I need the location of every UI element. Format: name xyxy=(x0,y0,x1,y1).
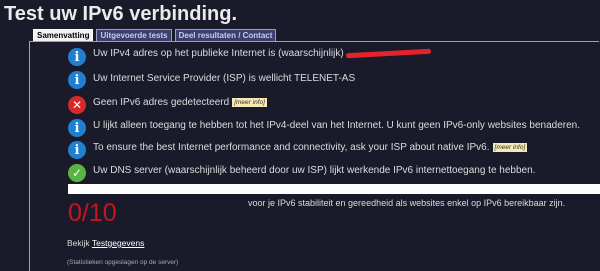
error-icon: ✕ xyxy=(68,96,86,114)
test-data-link[interactable]: Testgegevens xyxy=(92,238,144,248)
info-icon: i xyxy=(68,141,86,159)
info-icon: i xyxy=(68,119,86,137)
page-title: Test uw IPv6 verbinding. xyxy=(4,3,238,25)
result-text: Geen IPv6 adres gedetecteerd xyxy=(93,97,230,108)
result-ipv4-only: U lijkt alleen toegang te hebben tot het… xyxy=(93,120,580,131)
result-dns: Uw DNS server (waarschijnlijk beheerd do… xyxy=(93,165,536,176)
redaction-mark xyxy=(345,48,431,59)
score-value: 0/10 xyxy=(68,199,117,227)
test-data-line: Bekijk Testgegevens xyxy=(67,238,144,248)
stats-note: (Statistieken opgeslagen op de server) xyxy=(67,259,179,266)
more-info-link[interactable]: [meer info] xyxy=(232,97,267,107)
result-ask-isp: To ensure the best Internet performance … xyxy=(93,142,528,153)
more-info-link[interactable]: [meer info] xyxy=(492,142,528,152)
result-isp: Uw Internet Service Provider (ISP) is we… xyxy=(93,73,356,84)
score-note: voor je IPv6 stabiliteit en gereedheid a… xyxy=(248,198,566,208)
result-text: To ensure the best Internet performance … xyxy=(93,142,490,153)
result-no-ipv6: Geen IPv6 adres gedetecteerd [meer info] xyxy=(93,97,267,108)
check-icon: ✓ xyxy=(68,164,86,182)
result-text: Uw IPv4 adres op het publieke Internet i… xyxy=(93,48,344,59)
info-icon: i xyxy=(68,48,86,66)
score-bar xyxy=(68,184,600,194)
info-icon: i xyxy=(68,71,86,89)
result-ipv4: Uw IPv4 adres op het publieke Internet i… xyxy=(93,48,431,59)
see-prefix: Bekijk xyxy=(67,238,90,248)
